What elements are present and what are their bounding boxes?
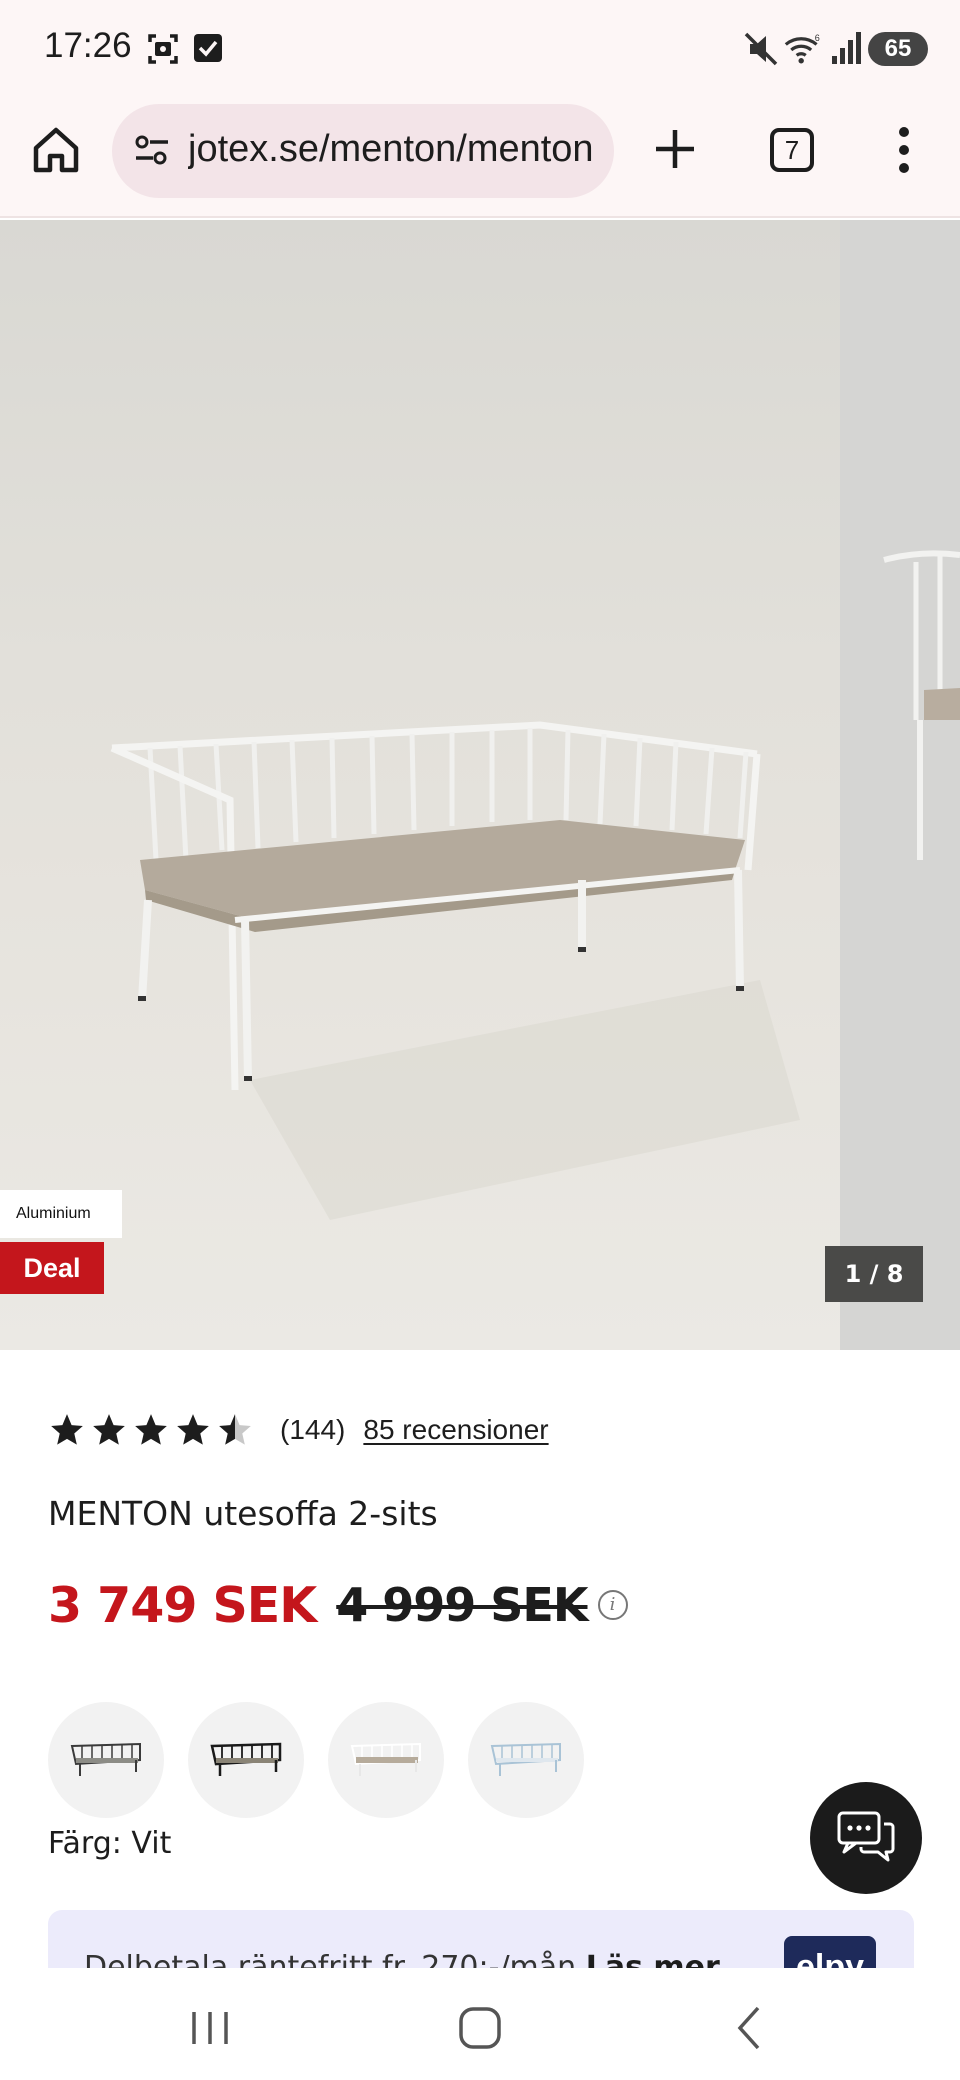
rating-row[interactable]: (144) 85 recensioner — [48, 1406, 549, 1454]
next-image-preview[interactable] — [840, 220, 960, 1350]
sofa-thumbnail — [70, 1742, 141, 1776]
status-time: 17:26 — [44, 26, 132, 65]
home-icon[interactable] — [30, 124, 82, 176]
tabs-icon[interactable]: 7 — [770, 128, 814, 172]
address-bar[interactable]: jotex.se/menton/menton — [112, 104, 614, 198]
sofa-illustration — [110, 721, 800, 1220]
sofa-illustration-next — [883, 550, 960, 860]
browser-toolbar: jotex.se/menton/menton 7 — [0, 100, 960, 218]
svg-text:6: 6 — [815, 33, 820, 43]
swatch-black[interactable] — [188, 1702, 304, 1818]
more-vert-icon[interactable] — [890, 122, 918, 178]
material-tag: Aluminium — [0, 1190, 122, 1238]
swatch-dark-grey[interactable] — [48, 1702, 164, 1818]
swatch-white[interactable] — [328, 1702, 444, 1818]
recent-apps-icon[interactable] — [180, 1998, 240, 2058]
mute-icon — [744, 32, 778, 66]
home-nav-icon[interactable] — [450, 1998, 510, 2058]
chat-icon — [837, 1811, 895, 1862]
star-rating — [48, 1411, 254, 1449]
screenshot-icon — [148, 34, 178, 64]
chat-button[interactable] — [810, 1782, 922, 1894]
original-price: 4 999 SEK — [336, 1578, 588, 1632]
sofa-thumbnail — [210, 1742, 282, 1776]
checkbox-icon — [194, 34, 222, 62]
product-gallery[interactable]: Aluminium Deal 1 / 8 — [0, 220, 960, 1350]
sofa-thumbnail — [490, 1742, 561, 1776]
back-icon[interactable] — [720, 1998, 780, 2058]
tune-icon[interactable] — [132, 130, 172, 170]
rating-count: (144) — [280, 1414, 346, 1445]
image-counter: 1 / 8 — [825, 1246, 923, 1302]
battery-icon: 65 — [868, 32, 928, 66]
status-bar: 17:26 6 65 — [0, 0, 960, 100]
price-row: 3 749 SEK 4 999 SEK i — [48, 1570, 628, 1640]
deal-badge: Deal — [0, 1242, 104, 1294]
star-icon — [51, 1414, 83, 1445]
url-text[interactable]: jotex.se/menton/menton — [188, 128, 608, 171]
signal-icon — [832, 32, 861, 64]
wifi-icon: 6 — [784, 33, 820, 64]
star-icon — [135, 1414, 167, 1445]
current-price: 3 749 SEK — [48, 1576, 317, 1634]
plus-icon[interactable] — [652, 126, 698, 172]
product-title: MENTON utesoffa 2-sits — [48, 1494, 438, 1533]
system-nav-bar — [0, 1968, 960, 2080]
sofa-thumbnail — [350, 1742, 421, 1776]
product-image[interactable] — [0, 220, 840, 1350]
star-icon — [177, 1414, 209, 1445]
swatch-light-blue[interactable] — [468, 1702, 584, 1818]
color-swatches — [48, 1702, 584, 1818]
star-icon — [93, 1414, 125, 1445]
selected-color-label: Färg: Vit — [48, 1826, 172, 1861]
star-half-icon — [219, 1414, 251, 1445]
reviews-link[interactable]: 85 recensioner — [363, 1414, 548, 1446]
info-icon[interactable]: i — [597, 1590, 628, 1620]
